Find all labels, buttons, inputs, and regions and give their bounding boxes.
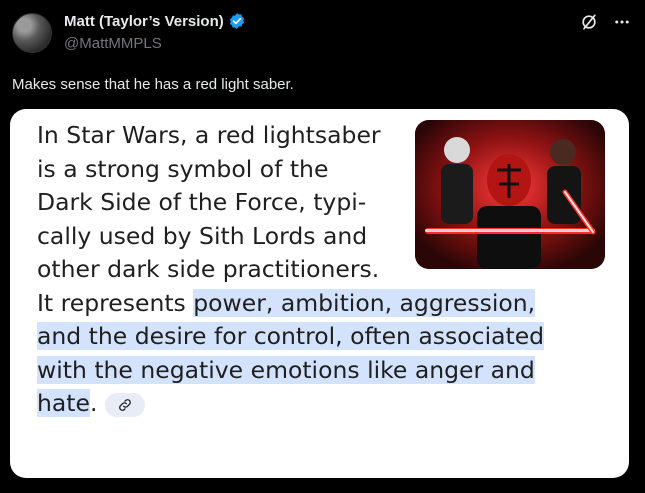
highlighted-text: with the negative emotions like anger an… xyxy=(37,355,535,384)
link-chip[interactable] xyxy=(105,392,146,417)
link-icon xyxy=(119,398,132,411)
highlighted-text: hate xyxy=(37,389,90,417)
author-handle[interactable]: @MattMMPLS xyxy=(64,35,246,52)
more-icon[interactable] xyxy=(613,13,631,34)
card-line-plain: . xyxy=(89,389,98,417)
star-wars-thumbnail[interactable] xyxy=(415,120,605,269)
grok-icon[interactable] xyxy=(579,12,599,35)
card-line: It represents power, ambition, aggressio… xyxy=(37,287,597,321)
highlighted-text: power, ambition, aggression, xyxy=(193,288,536,317)
attached-image-card[interactable]: In Star Wars, a red lightsaber is a stro… xyxy=(10,109,629,478)
card-line: and the desire for control, often associ… xyxy=(37,320,597,354)
thumbnail-art xyxy=(415,120,605,269)
card-line-plain: It represents xyxy=(37,288,194,317)
author-block: Matt (Taylor’s Version) @MattMMPLS xyxy=(64,12,246,52)
card-line: hate. xyxy=(37,387,597,421)
top-actions xyxy=(579,12,631,35)
avatar[interactable] xyxy=(12,13,52,53)
tweet-text: Makes sense that he has a red light sabe… xyxy=(12,76,294,93)
highlighted-text: and the desire for control, often associ… xyxy=(37,322,545,350)
verified-badge-icon xyxy=(229,13,244,29)
author-display-name[interactable]: Matt (Taylor’s Version) xyxy=(64,13,224,30)
card-line: with the negative emotions like anger an… xyxy=(37,354,597,388)
author-name-row[interactable]: Matt (Taylor’s Version) xyxy=(64,12,246,30)
